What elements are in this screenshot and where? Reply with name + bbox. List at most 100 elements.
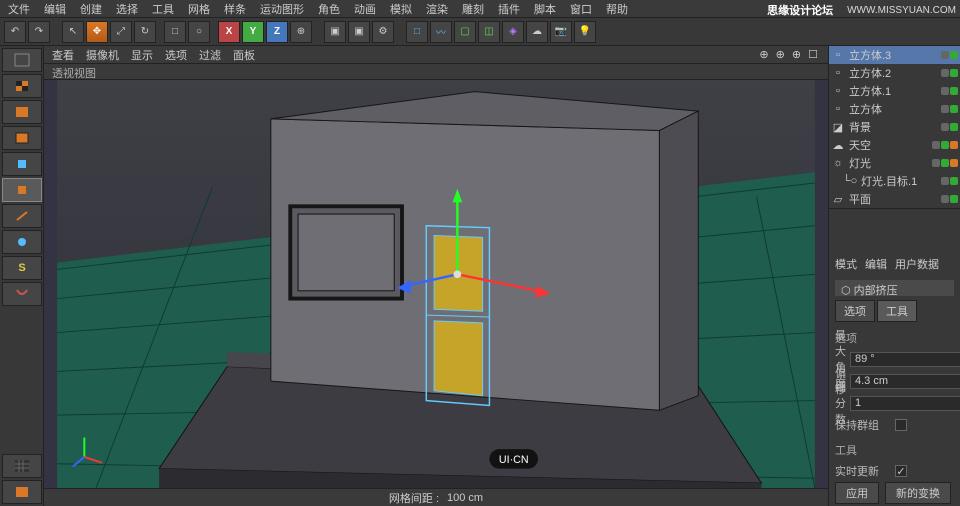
menu-file[interactable]: 文件 [8,1,30,17]
vp-options[interactable]: 选项 [165,47,187,63]
menu-create[interactable]: 创建 [80,1,102,17]
menu-select[interactable]: 选择 [116,1,138,17]
light-button[interactable]: 💡 [574,21,596,43]
primitive-button[interactable]: □ [406,21,428,43]
object-manager[interactable]: ▫立方体.3 ▫立方体.2 ▫立方体.1 ▫立方体 ◪背景 ☁天空 ☼灯光 └○… [829,46,960,209]
menu-animation[interactable]: 动画 [354,1,376,17]
vp-camera[interactable]: 摄像机 [86,47,119,63]
obj-light-target[interactable]: └○灯光.目标.1 [829,172,960,190]
coord-system-button[interactable]: ⊕ [290,21,312,43]
left-toolbar: S [0,46,44,506]
viewport-container: 查看 摄像机 显示 选项 过滤 面板 ⊕ ⊕ ⊕ ☐ 透视视图 [44,46,828,506]
menu-simulate[interactable]: 模拟 [390,1,412,17]
options-section-label: 选项 [835,330,954,346]
grid-spacing-value: 100 cm [447,492,483,504]
menu-mesh[interactable]: 网格 [188,1,210,17]
nurbs-button[interactable]: ▢ [454,21,476,43]
snap-button[interactable] [2,282,42,306]
render-button[interactable]: ▣ [324,21,346,43]
obj-light[interactable]: ☼灯光 [829,154,960,172]
select-tool-button[interactable]: ↖ [62,21,84,43]
undo-button[interactable]: ↶ [4,21,26,43]
vp-view[interactable]: 查看 [52,47,74,63]
grid-spacing-label: 网格间距 : [389,490,439,506]
menu-edit[interactable]: 编辑 [44,1,66,17]
subtab-tool[interactable]: 工具 [877,300,917,322]
realtime-label: 实时更新 [835,463,891,479]
attribute-manager: 模式 编辑 用户数据 ⬡ 内部挤压 选项 工具 选项 最大角度 偏移 [829,252,960,506]
watermark-text: 思缘设计论坛 [767,2,833,18]
watermark-url: WWW.MISSYUAN.COM [847,5,956,16]
paint-button[interactable] [2,480,42,504]
cube-icon: ▫ [831,84,845,98]
menu-spline[interactable]: 样条 [224,1,246,17]
uv-mode-button[interactable] [2,126,42,150]
vp-filter[interactable]: 过滤 [199,47,221,63]
menu-sculpt[interactable]: 雕刻 [462,1,484,17]
vp-display[interactable]: 显示 [131,47,153,63]
subtab-options[interactable]: 选项 [835,300,875,322]
texture-mode-button[interactable] [2,100,42,124]
bg-icon: ◪ [831,120,845,134]
preserve-label: 保持群组 [835,417,891,433]
vp-nav-icons[interactable]: ⊕ ⊕ ⊕ ☐ [759,48,820,61]
cube-icon: ▫ [831,48,845,62]
axis-z-button[interactable]: Z [266,21,288,43]
workplane-button[interactable] [2,454,42,478]
make-editable-button[interactable] [2,48,42,72]
environment-button[interactable]: ☁ [526,21,548,43]
point-mode-button[interactable] [2,152,42,176]
camera-button[interactable]: 📷 [550,21,572,43]
redo-button[interactable]: ↷ [28,21,50,43]
vp-panel[interactable]: 面板 [233,47,255,63]
subdiv-input[interactable] [850,396,960,411]
cube-icon: ▫ [831,66,845,80]
new-transform-button[interactable]: 新的变换 [885,482,951,504]
preserve-checkbox[interactable] [895,419,907,431]
axis-mode-button[interactable]: S [2,256,42,280]
scale-tool-button[interactable]: ⤢ [110,21,132,43]
edge-mode-button[interactable] [2,204,42,228]
attr-mode-tab[interactable]: 模式 [835,256,857,272]
hexagon-icon: ⬡ [841,285,854,297]
poly-mode-button[interactable] [2,178,42,202]
max-angle-input[interactable] [850,352,960,367]
obj-plane[interactable]: ▱平面 [829,190,960,208]
menu-tools[interactable]: 工具 [152,1,174,17]
render-region-button[interactable]: ▣ [348,21,370,43]
spline-button[interactable]: 〰 [430,21,452,43]
vertex-mode-button[interactable] [2,230,42,254]
rotate-tool-button[interactable]: ↻ [134,21,156,43]
offset-input[interactable] [850,374,960,389]
menu-mograph[interactable]: 运动图形 [260,1,304,17]
menu-render[interactable]: 渲染 [426,1,448,17]
last-tool-button[interactable]: □ [164,21,186,43]
attr-userdata-tab[interactable]: 用户数据 [895,256,939,272]
viewport[interactable]: UI·CN [44,80,828,488]
deformer-button[interactable]: ◈ [502,21,524,43]
menu-plugins[interactable]: 插件 [498,1,520,17]
attr-edit-tab[interactable]: 编辑 [865,256,887,272]
render-settings-button[interactable]: ⚙ [372,21,394,43]
null-icon: └○ [843,174,857,188]
menu-window[interactable]: 窗口 [570,1,592,17]
obj-cube[interactable]: ▫立方体 [829,100,960,118]
move-tool-button[interactable]: ✥ [86,21,108,43]
obj-cube2[interactable]: ▫立方体.2 [829,64,960,82]
realtime-checkbox[interactable]: ✓ [895,465,907,477]
obj-sky[interactable]: ☁天空 [829,136,960,154]
menu-script[interactable]: 脚本 [534,1,556,17]
lock-button[interactable]: ○ [188,21,210,43]
menu-character[interactable]: 角色 [318,1,340,17]
axis-y-button[interactable]: Y [242,21,264,43]
generator-button[interactable]: ◫ [478,21,500,43]
apply-button[interactable]: 应用 [835,482,879,504]
obj-background[interactable]: ◪背景 [829,118,960,136]
obj-cube1[interactable]: ▫立方体.1 [829,82,960,100]
axis-x-button[interactable]: X [218,21,240,43]
viewport-name: 透视视图 [52,65,96,78]
menu-help[interactable]: 帮助 [606,1,628,17]
viewport-footer: 网格间距 : 100 cm [44,488,828,506]
model-mode-button[interactable] [2,74,42,98]
obj-cube3[interactable]: ▫立方体.3 [829,46,960,64]
